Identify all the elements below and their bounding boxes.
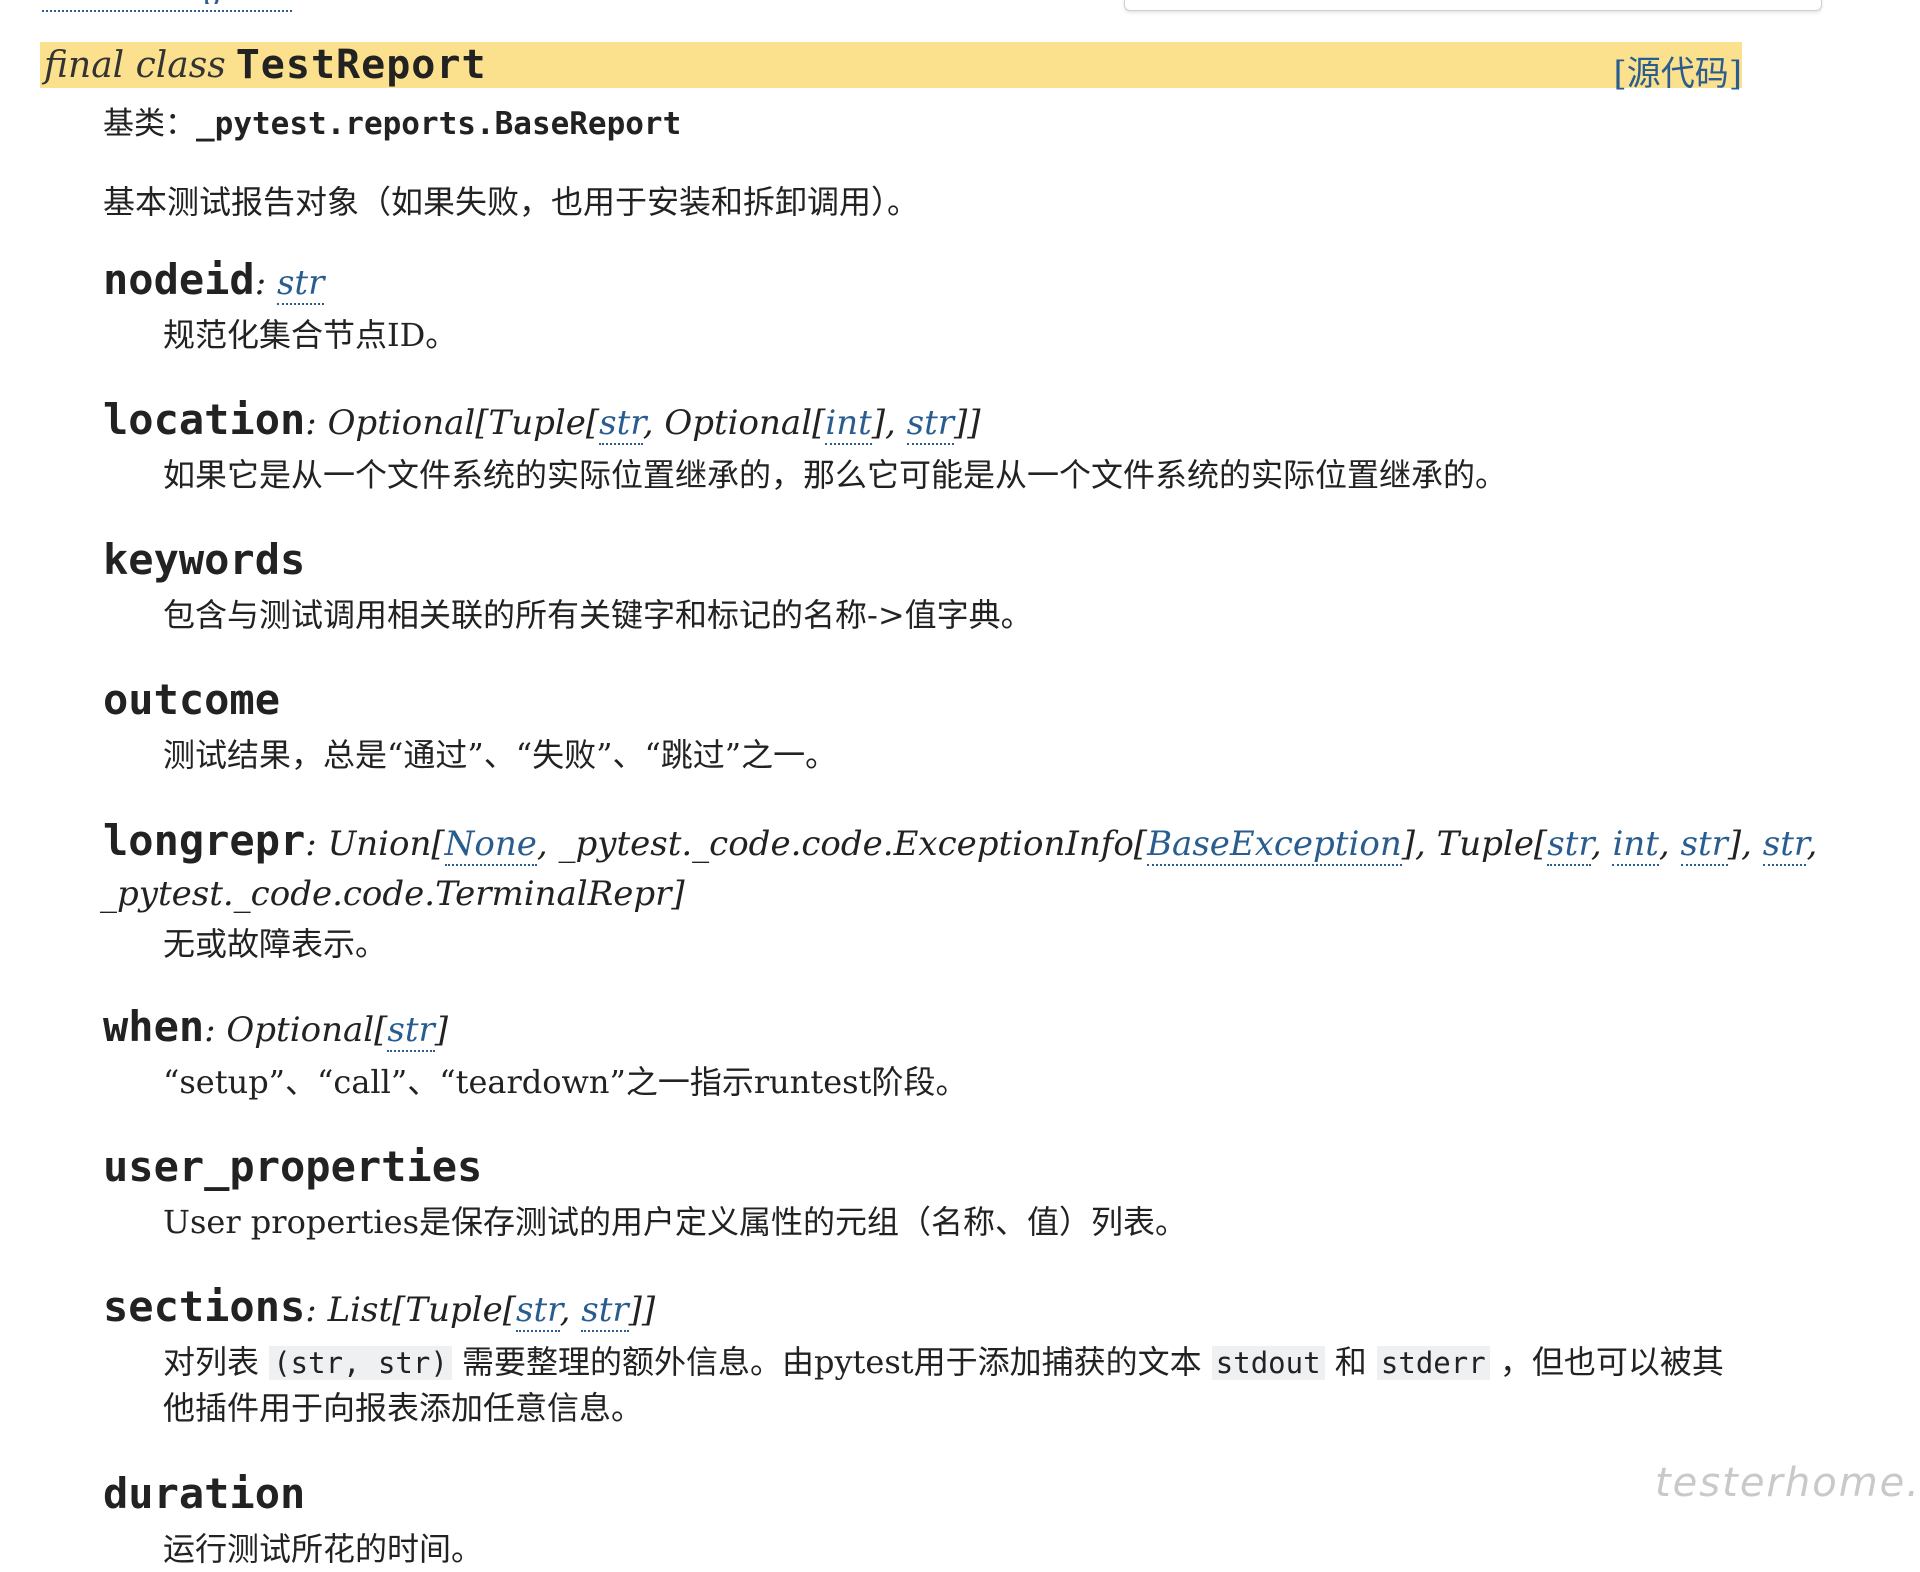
previous-link-fragment[interactable]: p <box>42 0 292 12</box>
attr-name: location <box>103 395 306 444</box>
attr-outcome: outcome 测试结果，总是“通过”、“失败”、“跳过”之一。 <box>103 674 837 774</box>
attr-description: 包含与测试调用相关联的所有关键字和标记的名称->值字典。 <box>163 596 1033 634</box>
attr-name: duration <box>103 1469 306 1518</box>
watermark: testerhome.com <box>1655 1460 1920 1506</box>
type-link-int[interactable]: int <box>1612 824 1659 866</box>
attr-name: nodeid <box>103 255 255 304</box>
type-link-str[interactable]: str <box>1762 824 1807 866</box>
source-code-link[interactable]: [源代码] <box>1613 46 1742 95</box>
attr-name: keywords <box>103 535 306 584</box>
attr-nodeid: nodeid: str 规范化集合节点ID。 <box>103 254 457 354</box>
attr-annotation: : Union[None, _pytest._code.code.Excepti… <box>305 824 1818 866</box>
attr-user-properties: user_properties User properties是保存测试的用户定… <box>103 1141 1187 1241</box>
search-box-edge[interactable] <box>1124 0 1822 11</box>
attr-description: 运行测试所花的时间。 <box>163 1530 484 1568</box>
inline-code-stderr: stderr <box>1376 1346 1490 1380</box>
attr-longrepr: longrepr: Union[None, _pytest._code.code… <box>100 815 1818 963</box>
attr-annotation: : Optional[Tuple[str, Optional[int], str… <box>305 403 981 445</box>
attr-annotation-continued: _pytest._code.code.TerminalRepr] <box>100 874 685 914</box>
type-link-str[interactable]: str <box>599 403 643 445</box>
previous-link-glyph: p <box>202 0 242 4</box>
attr-name: user_properties <box>103 1142 483 1191</box>
type-link-str[interactable]: str <box>516 1290 560 1332</box>
type-link-str[interactable]: str <box>581 1290 629 1332</box>
bases-label: 基类： <box>103 106 196 142</box>
attr-sections: sections: List[Tuple[str, str]] 对列表 (str… <box>103 1281 1724 1427</box>
type-link-str[interactable]: str <box>387 1010 435 1052</box>
attr-description: User properties是保存测试的用户定义属性的元组（名称、值）列表。 <box>163 1203 1188 1241</box>
attr-description: 对列表 (str, str) 需要整理的额外信息。由pytest用于添加捕获的文… <box>163 1343 1724 1381</box>
inline-code-tuple: (str, str) <box>269 1346 452 1380</box>
attr-description-continued: 他插件用于向报表添加任意信息。 <box>163 1389 644 1427</box>
attr-name: sections <box>103 1282 306 1331</box>
attr-name: when <box>103 1002 205 1051</box>
class-summary: 基本测试报告对象（如果失败，也用于安装和拆卸调用）。 <box>103 183 920 221</box>
type-link-baseexception[interactable]: BaseException <box>1147 824 1402 866</box>
attr-annotation: : Optional[str] <box>204 1010 449 1052</box>
type-link-str[interactable]: str <box>276 263 325 305</box>
attr-description: 无或故障表示。 <box>163 925 388 963</box>
bases-line: 基类：_pytest.reports.BaseReport <box>103 98 681 143</box>
inline-code-stdout: stdout <box>1211 1346 1325 1380</box>
attr-description: “setup”、“call”、“teardown”之一指示runtest阶段。 <box>163 1063 968 1101</box>
attr-annotation: : str <box>254 263 325 305</box>
class-keyword: final class <box>44 44 226 86</box>
class-signature: final class TestReport [源代码] <box>40 42 1742 94</box>
attr-location: location: Optional[Tuple[str, Optional[i… <box>103 394 1507 494</box>
type-link-none[interactable]: None <box>444 824 537 866</box>
type-link-str[interactable]: str <box>906 403 955 445</box>
attr-description: 如果它是从一个文件系统的实际位置继承的，那么它可能是从一个文件系统的实际位置继承… <box>163 456 1508 494</box>
attr-when: when: Optional[str] “setup”、“call”、“tear… <box>103 1001 967 1101</box>
attr-name: longrepr <box>103 816 306 865</box>
bases-value: _pytest.reports.BaseReport <box>196 106 682 142</box>
attr-name: outcome <box>103 675 281 724</box>
attr-description: 规范化集合节点ID。 <box>163 316 458 354</box>
class-name: TestReport <box>235 42 487 88</box>
attr-duration: duration 运行测试所花的时间。 <box>103 1468 483 1568</box>
attr-annotation: : List[Tuple[str, str]] <box>305 1290 656 1332</box>
attr-keywords: keywords 包含与测试调用相关联的所有关键字和标记的名称->值字典。 <box>103 534 1033 634</box>
attr-description: 测试结果，总是“通过”、“失败”、“跳过”之一。 <box>163 736 838 774</box>
type-link-str[interactable]: str <box>1680 824 1728 866</box>
type-link-str[interactable]: str <box>1547 824 1591 866</box>
type-link-int[interactable]: int <box>825 403 872 445</box>
